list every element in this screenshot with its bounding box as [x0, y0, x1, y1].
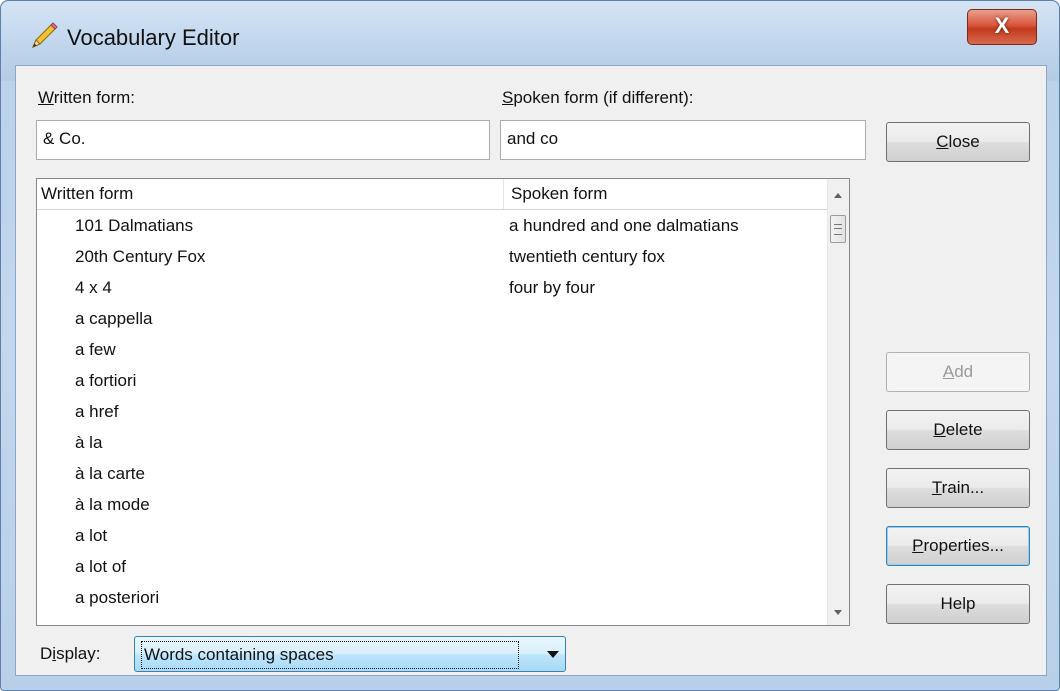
chevron-down-icon[interactable] [547, 651, 559, 658]
add-button[interactable]: Add [886, 352, 1030, 392]
list-row[interactable]: 4 x 4 four by four [37, 272, 829, 303]
row-written-form: 20th Century Fox [75, 247, 206, 266]
list-row[interactable]: a fortiori [37, 365, 829, 396]
column-header-spoken[interactable]: Spoken form [511, 179, 607, 209]
list-row[interactable]: a few [37, 334, 829, 365]
display-select[interactable]: Words containing spaces [134, 636, 566, 672]
list-row[interactable]: à la [37, 427, 829, 458]
written-form-input[interactable]: & Co. [36, 120, 490, 160]
display-label: Display: [40, 644, 101, 663]
window-title: Vocabulary Editor [67, 25, 240, 50]
close-button[interactable]: Close [886, 122, 1030, 162]
list-row[interactable]: a href [37, 396, 829, 427]
row-spoken-form: four by four [509, 278, 595, 297]
vocabulary-list[interactable]: Written form Spoken form 101 Dalmatians a… [36, 178, 850, 626]
list-row[interactable]: a cappella [37, 303, 829, 334]
list-row[interactable]: a lot [37, 520, 829, 551]
row-spoken-form: twentieth century fox [509, 247, 665, 266]
scroll-thumb[interactable] [830, 215, 846, 243]
row-spoken-form: a hundred and one dalmatians [509, 216, 739, 235]
row-written-form: à la mode [75, 495, 150, 514]
dialog-body: Written form: Spoken form (if different)… [15, 65, 1047, 676]
train-button[interactable]: Train... [886, 468, 1030, 508]
column-header-written[interactable]: Written form [41, 179, 504, 209]
row-written-form: a href [75, 402, 119, 421]
list-row[interactable]: à la mode [37, 489, 829, 520]
spoken-form-label: Spoken form (if different): [502, 88, 694, 107]
scroll-down-arrow-icon[interactable] [828, 602, 849, 623]
row-written-form: a few [75, 340, 116, 359]
row-written-form: a posteriori [75, 588, 160, 607]
list-row[interactable]: 20th Century Fox twentieth century fox [37, 241, 829, 272]
row-written-form: 4 x 4 [75, 278, 112, 297]
spoken-form-input[interactable]: and co [500, 120, 866, 160]
pencil-icon [27, 21, 59, 53]
list-row[interactable]: a posteriori [37, 582, 829, 613]
delete-button[interactable]: Delete [886, 410, 1030, 450]
row-written-form: a fortiori [75, 371, 137, 390]
row-written-form: 101 Dalmatians [75, 216, 194, 235]
list-row[interactable]: a lot of [37, 551, 829, 582]
help-button[interactable]: Help [886, 584, 1030, 624]
vertical-scrollbar[interactable] [827, 179, 849, 625]
list-rows: 101 Dalmatians a hundred and one dalmatia… [37, 210, 829, 613]
list-row[interactable]: 101 Dalmatians a hundred and one dalmatia… [37, 210, 829, 241]
row-written-form: a lot of [75, 557, 127, 576]
vocabulary-editor-window: Vocabulary Editor X Written form: Spoken… [0, 0, 1060, 691]
written-form-label: Written form: [38, 88, 135, 107]
properties-button[interactable]: Properties... [886, 526, 1030, 566]
display-select-value: Words containing spaces [141, 641, 519, 669]
row-written-form: a cappella [75, 309, 153, 328]
row-written-form: à la [75, 433, 103, 452]
list-row[interactable]: à la carte [37, 458, 829, 489]
scroll-up-arrow-icon[interactable] [828, 185, 849, 206]
row-written-form: à la carte [75, 464, 145, 483]
row-written-form: a lot [75, 526, 108, 545]
list-header: Written form Spoken form [37, 179, 829, 210]
window-close-button[interactable]: X [967, 9, 1037, 45]
